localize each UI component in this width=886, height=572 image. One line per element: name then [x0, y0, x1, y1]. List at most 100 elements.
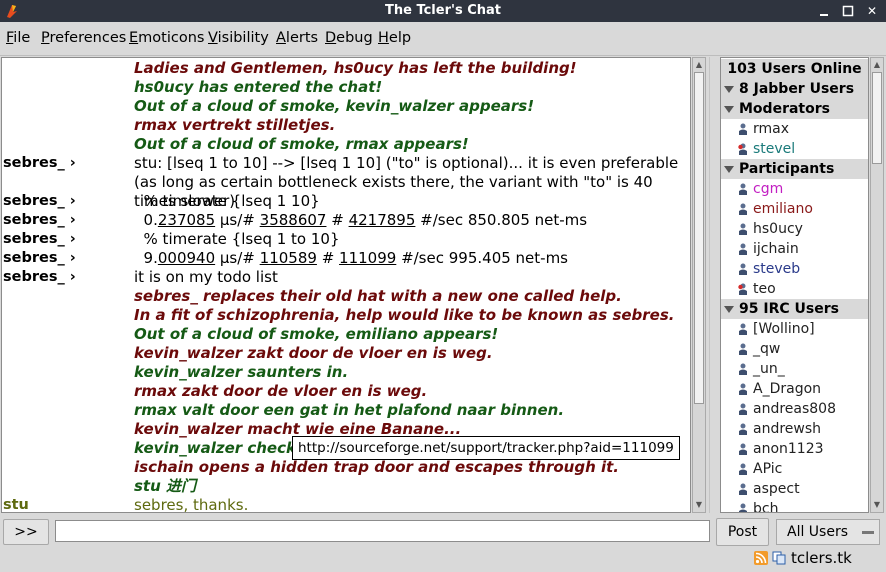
chat-scrollbar[interactable]: ▲ ▼	[692, 57, 706, 513]
maximize-button[interactable]	[842, 5, 854, 17]
user-group-header[interactable]: 95 IRC Users	[721, 299, 868, 319]
user-list-item[interactable]: rmax	[721, 119, 868, 139]
message-fragment: µs/#	[215, 249, 260, 267]
user-icon	[739, 363, 747, 375]
user-away-icon	[738, 143, 747, 155]
user-name: [Wollino]	[753, 321, 815, 337]
chat-message: In a fit of schizophrenia, help would li…	[2, 306, 690, 325]
menu-emoticons[interactable]: Emoticons	[129, 30, 204, 46]
menu-preferences[interactable]: Preferences	[41, 30, 126, 46]
scroll-up-icon[interactable]: ▲	[693, 59, 705, 71]
message-text: stu 进门	[134, 477, 684, 496]
user-list-item[interactable]: cgm	[721, 179, 868, 199]
user-list-item[interactable]: APic	[721, 459, 868, 479]
users-scroll-down-icon[interactable]: ▼	[871, 499, 883, 511]
user-icon	[739, 483, 747, 495]
user-list-item[interactable]: aspect	[721, 479, 868, 499]
message-nick[interactable]: sebres_ ›	[3, 154, 76, 173]
chat-scroll-thumb[interactable]	[694, 72, 704, 404]
users-scrollbar[interactable]: ▲ ▼	[870, 57, 884, 513]
user-group-label: Participants	[739, 161, 835, 177]
message-fragment: #/sec 995.405 net-ms	[396, 249, 568, 267]
message-input[interactable]	[55, 520, 710, 542]
menu-debug[interactable]: Debug	[325, 30, 373, 46]
message-fragment: #	[316, 249, 340, 267]
users-scroll-up-icon[interactable]: ▲	[871, 59, 883, 71]
message-nick[interactable]: sebres_ ›	[3, 268, 76, 287]
recipient-select[interactable]: All Users	[776, 519, 880, 545]
user-list-item[interactable]: stevel	[721, 139, 868, 159]
user-list-item[interactable]: andrewsh	[721, 419, 868, 439]
collapse-triangle-icon[interactable]	[724, 106, 734, 113]
message-text: kevin_walzer zakt door de vloer en is we…	[134, 344, 684, 363]
message-nick[interactable]: sebres_ ›	[3, 211, 76, 230]
scroll-down-icon[interactable]: ▼	[693, 499, 705, 511]
user-icon	[739, 503, 747, 512]
user-name: aspect	[753, 481, 800, 497]
user-list-item[interactable]: steveb	[721, 259, 868, 279]
panel-sash[interactable]	[709, 57, 718, 513]
user-group-header[interactable]: 8 Jabber Users	[721, 79, 868, 99]
users-scroll-thumb[interactable]	[872, 72, 882, 164]
user-name: cgm	[753, 181, 784, 197]
minimize-icon	[820, 14, 828, 16]
rss-feed-icon[interactable]	[754, 551, 768, 565]
post-button[interactable]: Post	[716, 518, 769, 546]
user-list-item[interactable]: A_Dragon	[721, 379, 868, 399]
message-fragment: ischain opens a hidden trap door and esc…	[134, 458, 619, 476]
copy-url-icon[interactable]	[772, 551, 786, 565]
message-link[interactable]: 111099	[339, 249, 396, 267]
user-name: andrewsh	[753, 421, 822, 437]
message-fragment: 0.	[134, 211, 158, 229]
chat-message: sebres_ › it is on my todo list	[2, 268, 690, 287]
user-list-item[interactable]: _un_	[721, 359, 868, 379]
message-nick[interactable]: sebres_ ›	[3, 192, 76, 211]
user-list-item[interactable]: teo	[721, 279, 868, 299]
user-group-header[interactable]: Moderators	[721, 99, 868, 119]
collapse-triangle-icon[interactable]	[724, 86, 734, 93]
close-button[interactable]: ✕	[866, 5, 878, 17]
message-text: 9.000940 µs/# 110589 # 111099 #/sec 995.…	[134, 249, 684, 268]
user-name: steveb	[753, 261, 801, 277]
user-list-item[interactable]: ijchain	[721, 239, 868, 259]
message-nick[interactable]: sebres_ ›	[3, 249, 76, 268]
collapse-triangle-icon[interactable]	[724, 306, 734, 313]
chat-message: rmax zakt door de vloer en is weg.	[2, 382, 690, 401]
menu-visibility[interactable]: Visibility	[208, 30, 269, 46]
user-name: ijchain	[753, 241, 799, 257]
user-list-item[interactable]: [Wollino]	[721, 319, 868, 339]
message-nick[interactable]: sebres_ ›	[3, 230, 76, 249]
message-link[interactable]: 3588607	[260, 211, 327, 229]
title-bar: The Tcler's Chat ✕	[0, 0, 886, 22]
user-name: teo	[753, 281, 776, 297]
user-list-item[interactable]: emiliano	[721, 199, 868, 219]
menu-help[interactable]: Help	[378, 30, 411, 46]
user-name: _qw	[753, 341, 781, 357]
collapse-triangle-icon[interactable]	[724, 166, 734, 173]
user-list-item[interactable]: _qw	[721, 339, 868, 359]
message-fragment: Out of a cloud of smoke, rmax appears!	[134, 135, 469, 153]
user-group-header[interactable]: Participants	[721, 159, 868, 179]
message-link[interactable]: 237085	[158, 211, 215, 229]
message-nick[interactable]: stu	[3, 496, 29, 512]
message-link[interactable]: 000940	[158, 249, 215, 267]
user-list-item[interactable]: hs0ucy	[721, 219, 868, 239]
user-group-label: Moderators	[739, 101, 830, 117]
message-link[interactable]: 110589	[260, 249, 317, 267]
chat-message: ischain opens a hidden trap door and esc…	[2, 458, 690, 477]
menu-file[interactable]: File	[6, 30, 30, 46]
message-text: sebres_ replaces their old hat with a ne…	[134, 287, 684, 306]
minimize-button[interactable]	[818, 5, 830, 17]
chat-message: Out of a cloud of smoke, kevin_walzer ap…	[2, 97, 690, 116]
message-text: Out of a cloud of smoke, kevin_walzer ap…	[134, 97, 684, 116]
site-label[interactable]: tclers.tk	[791, 549, 852, 567]
user-list-item[interactable]: andreas808	[721, 399, 868, 419]
chat-message: kevin_walzer saunters in.	[2, 363, 690, 382]
history-button[interactable]: >>	[3, 519, 49, 545]
user-list-item[interactable]: bch	[721, 499, 868, 512]
menu-alerts[interactable]: Alerts	[276, 30, 318, 46]
message-link[interactable]: 4217895	[349, 211, 416, 229]
user-list-item[interactable]: anon1123	[721, 439, 868, 459]
users-panel[interactable]: 103 Users Online 8 Jabber Users Moderators…	[720, 57, 869, 513]
message-fragment: In a fit of schizophrenia, help would li…	[134, 306, 675, 324]
